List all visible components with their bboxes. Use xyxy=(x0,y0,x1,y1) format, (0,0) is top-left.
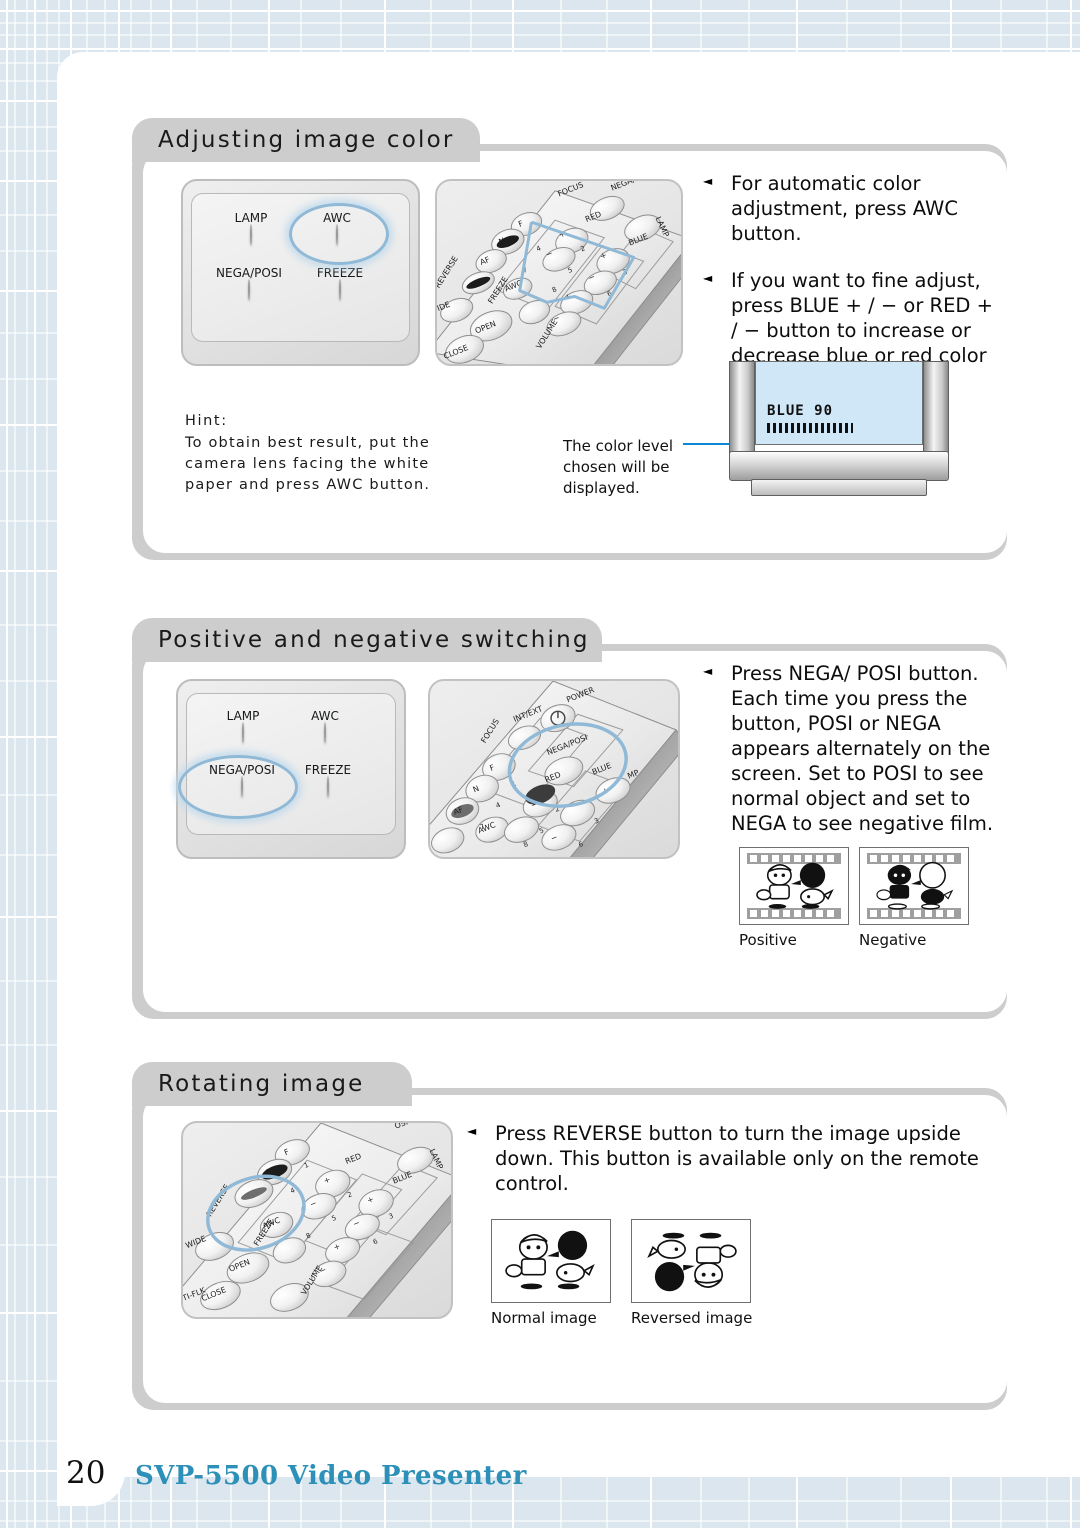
section-adjusting-image-color: Adjusting image color LAMP AWC NEGA/POSI… xyxy=(132,118,1007,560)
page-number: 20 xyxy=(66,1455,106,1491)
section-title: Adjusting image color xyxy=(158,127,455,153)
section-tab-positive-negative: Positive and negative switching xyxy=(132,618,602,662)
panel-button-lamp[interactable]: LAMP xyxy=(215,211,287,245)
panel-button-freeze[interactable]: FREEZE xyxy=(290,763,366,797)
bullet-item: Press NEGA/ POSI button. Each time you p… xyxy=(701,661,1001,836)
example-caption-normal: Normal image xyxy=(491,1309,597,1327)
callout-line: displayed. xyxy=(563,479,640,497)
section-tab-adjusting-image-color: Adjusting image color xyxy=(132,118,480,162)
cartoon-reversed xyxy=(647,1232,737,1292)
panel-knob xyxy=(327,776,329,797)
hint-line: camera lens facing the white xyxy=(185,456,430,472)
panel-knob xyxy=(242,722,244,743)
section-body: F N REVERSE FREEZE WIDE OPEN CLOSE ANTI-… xyxy=(143,1095,1007,1403)
hint-line: To obtain best result, put the xyxy=(185,435,431,451)
cartoon-negative xyxy=(876,861,954,910)
example-caption-positive: Positive xyxy=(739,931,797,949)
panel-button-label: NEGA/POSI xyxy=(209,763,275,777)
svg-text:REVERSE: REVERSE xyxy=(437,254,460,289)
remote-control-illustration-nega-posi: POWER INT/EXT NEGA/POSI FOCUS F N AF AWC… xyxy=(428,679,680,859)
panel-knob xyxy=(339,279,341,300)
remote-control-drawing: F N AF AWC FOCUS NEGA/POSI LAMP RED BLUE… xyxy=(437,181,681,364)
monitor-bezel-right xyxy=(923,361,949,457)
svg-text:NEGA/POSI: NEGA/POSI xyxy=(609,181,652,193)
section-rotating-image: Rotating image F N REVERSE FREEZE WIDE O… xyxy=(132,1062,1007,1410)
remote-control-illustration-reverse: F N REVERSE FREEZE WIDE OPEN CLOSE ANTI-… xyxy=(181,1121,453,1319)
section-positive-negative-switching: Positive and negative switching LAMP AWC… xyxy=(132,618,1007,1019)
osd-blue-level-text: BLUE 90 xyxy=(767,403,834,419)
svg-text:FOCUS: FOCUS xyxy=(479,717,501,744)
hint-line: paper and press AWC button. xyxy=(185,477,431,493)
example-caption-negative: Negative xyxy=(859,931,927,949)
bullet-text: Press REVERSE button to turn the image u… xyxy=(495,1122,979,1195)
callout-line: chosen will be xyxy=(563,458,670,476)
panel-button-awc[interactable]: AWC xyxy=(290,709,360,743)
osd-level-bar xyxy=(767,423,853,433)
example-image-positive xyxy=(739,847,849,925)
panel-button-nega-posi[interactable]: NEGA/POSI xyxy=(190,763,294,797)
example-image-normal xyxy=(491,1219,611,1303)
hint-title: Hint: xyxy=(185,413,228,429)
bullet-item: For automatic color adjustment, press AW… xyxy=(701,171,1001,246)
cartoon-normal xyxy=(505,1230,595,1290)
svg-text:OSI: OSI xyxy=(393,1123,409,1131)
panel-button-label: FREEZE xyxy=(316,266,364,280)
panel-button-label: FREEZE xyxy=(304,763,352,777)
monitor-base-lower xyxy=(751,479,927,496)
panel-button-lamp[interactable]: LAMP xyxy=(208,709,278,743)
section-tab-rotating-image: Rotating image xyxy=(132,1062,412,1106)
section-body: LAMP AWC NEGA/POSI FREEZE xyxy=(143,151,1007,553)
footer-product-title: SVP-5500 Video Presenter xyxy=(135,1461,527,1491)
panel-button-awc[interactable]: AWC xyxy=(301,211,373,245)
remote-control-drawing: POWER INT/EXT NEGA/POSI FOCUS F N AF AWC… xyxy=(430,681,678,857)
section-body: LAMP AWC NEGA/POSI FREEZE xyxy=(143,651,1007,1012)
page-footer: 20 SVP-5500 Video Presenter xyxy=(0,1408,1080,1528)
panel-button-label: AWC xyxy=(311,709,339,723)
monitor-base-upper xyxy=(729,451,949,481)
cartoon-positive xyxy=(756,862,834,909)
panel-button-label: LAMP xyxy=(226,709,260,723)
remote-control-illustration-awc: F N AF AWC FOCUS NEGA/POSI LAMP RED BLUE… xyxy=(435,179,683,366)
bullet-text: Press NEGA/ POSI button. Each time you p… xyxy=(731,662,994,835)
panel-knob xyxy=(336,224,338,245)
panel-button-label: AWC xyxy=(323,211,351,225)
bullet-list-rotating-image: Press REVERSE button to turn the image u… xyxy=(465,1121,985,1218)
device-control-panel-illustration: LAMP AWC NEGA/POSI FREEZE xyxy=(181,179,420,366)
section-title: Positive and negative switching xyxy=(158,627,590,653)
panel-button-nega-posi[interactable]: NEGA/POSI xyxy=(197,266,301,300)
bullet-item: Press REVERSE button to turn the image u… xyxy=(465,1121,985,1196)
example-image-negative xyxy=(859,847,969,925)
hint-block: Hint: To obtain best result, put the cam… xyxy=(185,413,515,496)
panel-button-label: NEGA/POSI xyxy=(216,266,282,280)
panel-knob xyxy=(250,224,252,245)
panel-button-freeze[interactable]: FREEZE xyxy=(301,266,379,300)
device-control-panel-illustration-2: LAMP AWC NEGA/POSI FREEZE xyxy=(176,679,406,859)
panel-button-label: LAMP xyxy=(234,211,268,225)
example-image-reversed xyxy=(631,1219,751,1303)
monitor-bezel-left xyxy=(729,361,755,457)
example-caption-reversed: Reversed image xyxy=(631,1309,753,1327)
panel-knob xyxy=(241,776,243,797)
remote-control-drawing: F N REVERSE FREEZE WIDE OPEN CLOSE ANTI-… xyxy=(183,1123,451,1317)
monitor-illustration: BLUE 90 xyxy=(729,361,949,501)
section-title: Rotating image xyxy=(158,1071,365,1097)
panel-knob xyxy=(324,722,326,743)
bullet-list-positive-negative: Press NEGA/ POSI button. Each time you p… xyxy=(701,661,1001,858)
callout-caption: The color level chosen will be displayed… xyxy=(563,436,673,499)
callout-line: The color level xyxy=(563,437,674,455)
bullet-text: For automatic color adjustment, press AW… xyxy=(731,172,958,245)
panel-knob xyxy=(248,279,250,300)
